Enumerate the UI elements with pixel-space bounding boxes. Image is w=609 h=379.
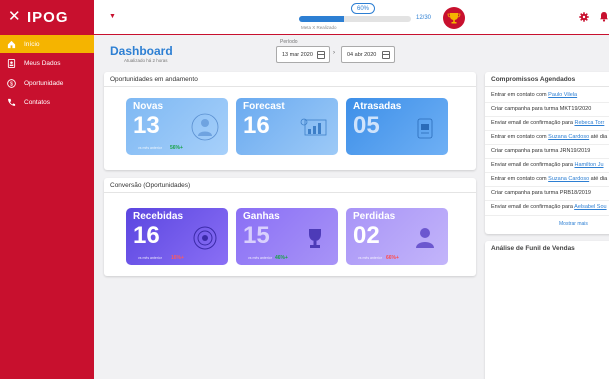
oportunidades-panel: Oportunidades em andamento Novas 13 vs m… bbox=[104, 72, 476, 170]
target-illustration-icon bbox=[193, 226, 217, 250]
card-ganhas[interactable]: Ganhas 15 vs mês anterior 46%+ bbox=[236, 208, 338, 265]
person-illustration-icon bbox=[191, 113, 219, 141]
compromisso-item[interactable]: Entrar em contato com Suzana Cardoso até… bbox=[491, 134, 607, 140]
top-header: ▼ 60% 12/30 Meta X Realizado bbox=[94, 0, 609, 35]
logo: IPOG bbox=[27, 9, 69, 26]
sidebar-item-contatos[interactable]: Contatos bbox=[0, 93, 94, 111]
contact-link[interactable]: Suzana Cardoso bbox=[548, 134, 589, 140]
card-label: Novas bbox=[133, 101, 164, 112]
card-value: 13 bbox=[133, 112, 160, 139]
card-comparison-label: vs mês anterior bbox=[138, 146, 162, 150]
compromisso-item[interactable]: Enviar email de confirmação para Hamilto… bbox=[491, 162, 604, 168]
panel-title: Conversão (Oportunidades) bbox=[110, 182, 191, 189]
sidebar-item-label: Contatos bbox=[24, 98, 51, 106]
meta-percent-badge: 60% bbox=[351, 3, 375, 14]
trophy-illustration-icon bbox=[309, 229, 321, 248]
trophy-avatar[interactable] bbox=[443, 7, 465, 29]
conversao-panel: Conversão (Oportunidades) Recebidas 16 v… bbox=[104, 178, 476, 276]
meta-progress-bar bbox=[299, 16, 411, 22]
card-label: Perdidas bbox=[353, 211, 396, 222]
card-percent: 56%+ bbox=[170, 145, 183, 151]
card-recebidas[interactable]: Recebidas 16 vs mês anterior 16%+ bbox=[126, 208, 228, 265]
card-value: 16 bbox=[133, 222, 160, 249]
sidebar-item-label: Início bbox=[24, 40, 40, 48]
card-label: Recebidas bbox=[133, 211, 184, 222]
card-forecast[interactable]: Forecast 16 bbox=[236, 98, 338, 155]
contact-link[interactable]: Rebeca Torr bbox=[574, 120, 604, 126]
compromisso-item[interactable]: Criar campanha para turma PRB18/2019 bbox=[491, 190, 591, 196]
sidebar: ✕ IPOG Início Meus Dados $ Oportunidade … bbox=[0, 0, 94, 379]
contact-link[interactable]: Paulo Vilela bbox=[548, 92, 577, 98]
card-percent: 16%+ bbox=[171, 255, 184, 261]
date-separator: › bbox=[333, 50, 335, 56]
card-label: Forecast bbox=[243, 101, 285, 112]
card-value: 02 bbox=[353, 222, 380, 249]
bell-icon[interactable] bbox=[599, 11, 609, 22]
phone-icon bbox=[8, 98, 16, 106]
date-to-field[interactable]: 04 abr 2020 bbox=[341, 46, 395, 63]
dropdown-caret-icon[interactable]: ▼ bbox=[109, 13, 116, 20]
meta-progress-fill bbox=[299, 16, 344, 22]
card-atrasadas[interactable]: Atrasadas 05 bbox=[346, 98, 448, 155]
page-subtitle: Atualizado há 2 horas bbox=[124, 58, 168, 63]
chart-illustration-icon bbox=[300, 118, 327, 136]
card-value: 15 bbox=[243, 222, 270, 249]
compromisso-item[interactable]: Criar campanha para turma MKT19/2020 bbox=[491, 106, 591, 112]
contact-link[interactable]: Hamilton Ju bbox=[574, 162, 603, 168]
dollar-icon: $ bbox=[7, 78, 16, 88]
card-comparison-label: vs mês anterior bbox=[248, 256, 272, 260]
sidebar-item-meus-dados[interactable]: Meus Dados bbox=[0, 54, 94, 72]
meta-progress-label: Meta X Realizado bbox=[301, 25, 337, 30]
divider bbox=[104, 192, 476, 193]
funil-panel: Análise de Funil de Vendas bbox=[485, 241, 609, 379]
sidebar-item-label: Meus Dados bbox=[24, 59, 61, 67]
trophy-icon bbox=[447, 13, 461, 24]
show-more-link[interactable]: Mostrar mais bbox=[559, 221, 588, 227]
calendar-icon[interactable] bbox=[317, 51, 325, 59]
contact-link[interactable]: Suzana Cardoso bbox=[548, 176, 589, 182]
page-title: Dashboard bbox=[110, 44, 173, 58]
period-label: Período bbox=[280, 39, 298, 45]
panel-title: Oportunidades em andamento bbox=[110, 76, 198, 83]
calendar-icon[interactable] bbox=[382, 51, 390, 59]
meta-progress-count: 12/30 bbox=[416, 15, 432, 21]
divider bbox=[485, 86, 609, 87]
compromissos-panel: Compromissos Agendados Entrar em contato… bbox=[485, 72, 609, 234]
card-comparison-label: vs mês anterior bbox=[138, 256, 162, 260]
card-label: Ganhas bbox=[243, 211, 280, 222]
compromisso-item[interactable]: Enviar email de confirmação para Rebeca … bbox=[491, 120, 604, 126]
compromisso-item[interactable]: Entrar em contato com Suzana Cardoso até… bbox=[491, 176, 607, 182]
compromisso-item[interactable]: Criar campanha para turma JRN19/2019 bbox=[491, 148, 590, 154]
sidebar-item-inicio[interactable]: Início bbox=[0, 35, 94, 53]
panel-title: Análise de Funil de Vendas bbox=[491, 245, 575, 252]
card-percent: 46%+ bbox=[275, 255, 288, 261]
card-value: 16 bbox=[243, 112, 270, 139]
close-icon[interactable]: ✕ bbox=[8, 9, 21, 24]
card-perdidas[interactable]: Perdidas 02 vs mês anterior 66%+ bbox=[346, 208, 448, 265]
date-to-value: 04 abr 2020 bbox=[347, 51, 377, 58]
gear-icon[interactable] bbox=[579, 12, 589, 22]
card-value: 05 bbox=[353, 112, 380, 139]
person-illustration-icon bbox=[416, 228, 434, 248]
home-icon bbox=[7, 40, 16, 48]
card-novas[interactable]: Novas 13 vs mês anterior 56%+ bbox=[126, 98, 228, 155]
panel-title: Compromissos Agendados bbox=[491, 76, 576, 83]
card-label: Atrasadas bbox=[353, 101, 402, 112]
card-percent: 66%+ bbox=[386, 255, 399, 261]
date-from-value: 13 mar 2020 bbox=[282, 51, 313, 58]
compromisso-item[interactable]: Entrar em contato com Paulo Vilela bbox=[491, 92, 577, 98]
clipboard-illustration-icon bbox=[417, 118, 433, 139]
card-comparison-label: vs mês anterior bbox=[358, 256, 382, 260]
compromisso-item[interactable]: Enviar email de confirmação para Aelsabe… bbox=[491, 204, 607, 210]
id-card-icon bbox=[7, 58, 16, 68]
contact-link[interactable]: Aelsabel Sou bbox=[574, 204, 606, 210]
divider bbox=[104, 86, 476, 87]
date-from-field[interactable]: 13 mar 2020 bbox=[276, 46, 330, 63]
sidebar-item-oportunidade[interactable]: $ Oportunidade bbox=[0, 74, 94, 92]
sidebar-item-label: Oportunidade bbox=[24, 79, 64, 87]
